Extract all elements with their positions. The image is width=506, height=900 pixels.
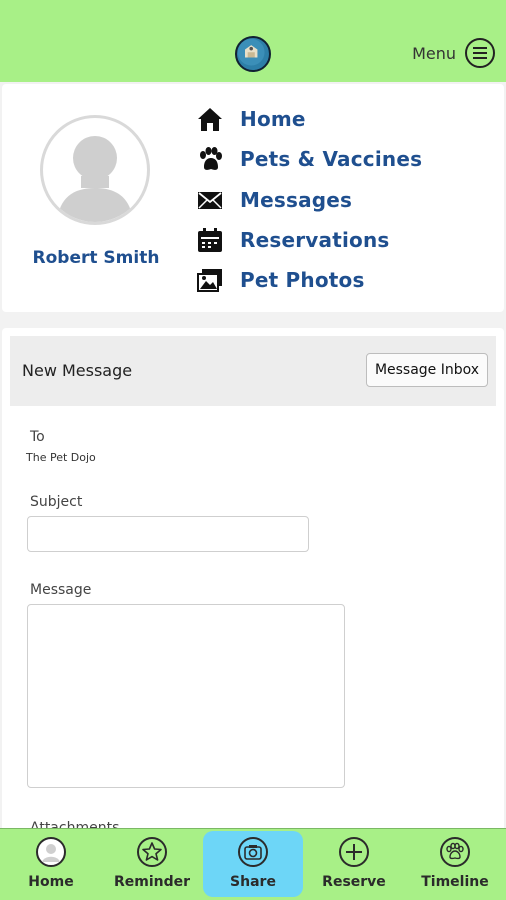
app-logo[interactable]	[235, 36, 271, 72]
to-recipient: The Pet Dojo	[26, 451, 96, 464]
tab-reserve[interactable]: Reserve	[304, 828, 404, 900]
paw-icon	[200, 147, 222, 170]
nav-item-pets-vaccines[interactable]: Pets & Vaccines	[196, 145, 422, 173]
nav-label: Reservations	[240, 228, 390, 252]
tab-label: Reserve	[322, 874, 386, 890]
tab-label: Timeline	[421, 874, 489, 890]
star-icon	[137, 837, 167, 867]
avatar-icon	[36, 837, 66, 867]
user-silhouette-icon	[57, 136, 133, 222]
message-label: Message	[30, 582, 92, 598]
form-title: New Message	[22, 361, 133, 380]
nav-item-messages[interactable]: Messages	[196, 186, 352, 214]
nav-label: Pets & Vaccines	[240, 147, 423, 171]
tab-label: Share	[230, 874, 276, 890]
menu-button[interactable]: Menu	[412, 37, 496, 69]
avatar[interactable]	[40, 115, 150, 225]
tab-timeline[interactable]: Timeline	[405, 828, 505, 900]
menu-label: Menu	[412, 43, 456, 63]
tab-reminder[interactable]: Reminder	[102, 828, 202, 900]
message-inbox-button[interactable]: Message Inbox	[366, 353, 488, 387]
photos-icon	[197, 269, 222, 292]
nav-label: Home	[240, 107, 306, 131]
tab-share[interactable]: Share	[203, 831, 303, 897]
camera-icon	[238, 837, 268, 867]
tab-label: Reminder	[113, 874, 191, 890]
plus-icon	[339, 837, 369, 867]
calendar-icon	[198, 228, 222, 252]
subject-input[interactable]	[27, 516, 309, 552]
subject-label: Subject	[30, 494, 83, 510]
nav-item-pet-photos[interactable]: Pet Photos	[196, 266, 365, 294]
nav-label: Pet Photos	[240, 268, 365, 292]
message-textarea[interactable]	[27, 604, 345, 788]
tab-label: Home	[28, 874, 74, 890]
user-name: Robert Smith	[32, 248, 160, 268]
nav-item-home[interactable]: Home	[196, 105, 306, 133]
tab-home[interactable]: Home	[1, 828, 101, 900]
paw-icon	[440, 837, 470, 867]
envelope-icon	[198, 192, 222, 209]
home-icon	[198, 108, 222, 131]
nav-item-reservations[interactable]: Reservations	[196, 226, 390, 254]
to-label: To	[30, 429, 45, 445]
nav-label: Messages	[240, 188, 353, 212]
hamburger-menu-icon	[465, 38, 495, 68]
